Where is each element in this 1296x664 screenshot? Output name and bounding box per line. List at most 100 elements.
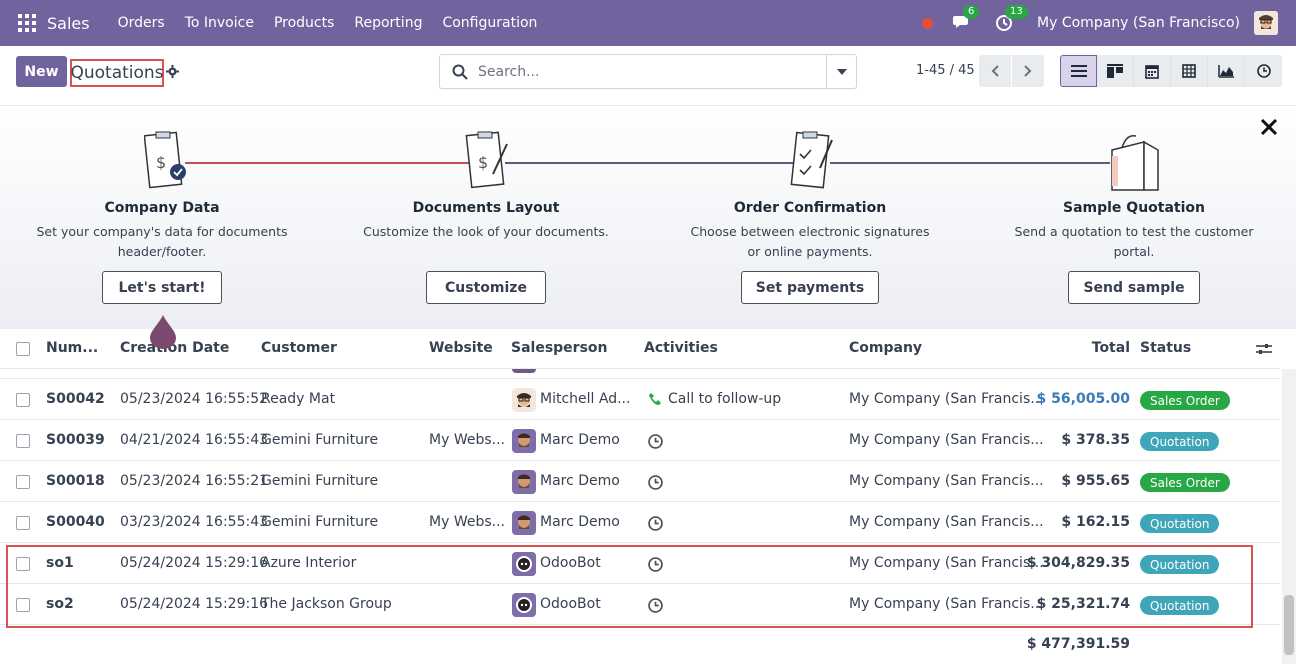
phone-icon[interactable]: [648, 392, 662, 406]
vertical-scrollbar[interactable]: [1282, 369, 1296, 664]
salesperson-avatar: [512, 429, 536, 453]
search-options-toggle[interactable]: [826, 55, 856, 88]
select-all-checkbox[interactable]: [16, 342, 30, 356]
activity-clock-icon[interactable]: [648, 557, 663, 572]
recording-indicator-icon[interactable]: [922, 17, 934, 29]
order-confirmation-illustration-icon: [790, 131, 833, 189]
tour-pointer-icon: [150, 315, 176, 349]
row-checkbox[interactable]: [16, 516, 30, 530]
progress-line-pending: [505, 162, 795, 164]
company-name: My Company (San Francis...: [849, 391, 1044, 407]
activity-clock-icon[interactable]: [648, 516, 663, 531]
column-website[interactable]: Website: [429, 340, 493, 356]
website-name: My Webs...: [429, 514, 505, 530]
pager-previous-button[interactable]: [979, 55, 1011, 87]
order-total: $ 304,829.35: [1026, 555, 1130, 571]
calendar-icon: [1145, 64, 1159, 79]
column-number[interactable]: Num...: [46, 340, 98, 356]
company-name: My Company (San Francis...: [849, 473, 1044, 489]
pivot-view-button[interactable]: [1171, 55, 1208, 87]
step-company-data: Company Data Set your company's data for…: [30, 200, 294, 262]
list-view-button[interactable]: [1060, 55, 1097, 87]
row-checkbox[interactable]: [16, 557, 30, 571]
salesperson-name: Marc Demo: [540, 473, 620, 489]
table-row[interactable]: S00040 03/23/2024 16:55:43 Gemini Furnit…: [0, 502, 1280, 543]
table-row[interactable]: so2 05/24/2024 15:29:16 The Jackson Grou…: [0, 584, 1280, 625]
gear-icon[interactable]: [166, 65, 179, 78]
status-badge: Quotation: [1140, 514, 1220, 533]
activity-clock-icon[interactable]: [648, 475, 663, 490]
clock-icon: [1256, 64, 1271, 78]
user-avatar[interactable]: [1254, 11, 1278, 35]
lets-start-button[interactable]: Let's start!: [102, 271, 222, 304]
step-description: Customize the look of your documents.: [363, 224, 609, 239]
kanban-view-button[interactable]: [1097, 55, 1134, 87]
column-activities[interactable]: Activities: [644, 340, 718, 356]
column-settings-icon[interactable]: [1256, 342, 1272, 356]
new-button[interactable]: New: [16, 56, 67, 87]
table-row[interactable]: S00039 04/21/2024 16:55:43 Gemini Furnit…: [0, 420, 1280, 461]
step-description: Send a quotation to test the customer: [1014, 224, 1254, 239]
search-bar: [439, 54, 857, 89]
status-badge: Quotation: [1140, 432, 1220, 451]
order-number: so1: [46, 555, 74, 571]
menu-orders[interactable]: Orders: [118, 15, 165, 31]
send-sample-button[interactable]: Send sample: [1068, 271, 1200, 304]
row-checkbox[interactable]: [16, 434, 30, 448]
order-number: S00018: [46, 473, 105, 489]
customize-button[interactable]: Customize: [426, 271, 546, 304]
row-checkbox[interactable]: [16, 598, 30, 612]
search-icon: [452, 64, 468, 80]
menu-to-invoice[interactable]: To Invoice: [185, 15, 254, 31]
menu-reporting[interactable]: Reporting: [354, 15, 422, 31]
order-total: $ 162.15: [1061, 514, 1130, 530]
menu-configuration[interactable]: Configuration: [442, 15, 537, 31]
order-number: so2: [46, 596, 74, 612]
close-icon[interactable]: [1260, 118, 1278, 136]
salesperson-name: Marc Demo: [540, 514, 620, 530]
pivot-table-icon: [1182, 64, 1196, 78]
salesperson-name: OdooBot: [540, 555, 601, 571]
app-brand[interactable]: Sales: [47, 14, 90, 33]
column-customer[interactable]: Customer: [261, 340, 337, 356]
calendar-view-button[interactable]: [1134, 55, 1171, 87]
row-checkbox[interactable]: [16, 393, 30, 407]
salesperson-avatar: [512, 552, 536, 576]
status-badge: Quotation: [1140, 596, 1220, 615]
search-input[interactable]: [478, 63, 818, 80]
step-description-2: or online payments.: [747, 244, 873, 259]
column-status[interactable]: Status: [1140, 340, 1191, 356]
column-total[interactable]: Total: [1060, 340, 1130, 356]
column-company[interactable]: Company: [849, 340, 922, 356]
set-payments-button[interactable]: Set payments: [741, 271, 879, 304]
company-switcher[interactable]: My Company (San Francisco): [1037, 15, 1240, 31]
activity-view-button[interactable]: [1245, 55, 1282, 87]
table-row[interactable]: S00042 05/23/2024 16:55:52 Ready Mat Mit…: [0, 379, 1280, 420]
documents-layout-illustration-icon: $: [465, 131, 508, 189]
activity-clock-icon[interactable]: [648, 598, 663, 613]
activities-clock-icon[interactable]: 13: [995, 5, 1028, 33]
activity-clock-icon[interactable]: [648, 434, 663, 449]
grand-total: $ 477,391.59: [1026, 636, 1130, 652]
messages-icon[interactable]: 6: [953, 5, 980, 33]
apps-menu-icon[interactable]: [18, 14, 36, 32]
page-title[interactable]: Quotations: [70, 59, 164, 87]
table-row[interactable]: so1 05/24/2024 15:29:16 Azure Interior O…: [0, 543, 1280, 584]
status-badge: Quotation: [1140, 555, 1220, 574]
salesperson-avatar: [512, 593, 536, 617]
step-title: Sample Quotation: [1062, 200, 1205, 216]
graph-view-button[interactable]: [1208, 55, 1245, 87]
row-checkbox[interactable]: [16, 475, 30, 489]
menu-products[interactable]: Products: [274, 15, 334, 31]
messages-count-badge: 6: [963, 5, 980, 19]
pager-next-button[interactable]: [1012, 55, 1044, 87]
order-total: $ 378.35: [1061, 432, 1130, 448]
table-row[interactable]: S00018 05/23/2024 16:55:21 Gemini Furnit…: [0, 461, 1280, 502]
company-name: My Company (San Francis...: [849, 432, 1044, 448]
activity-summary[interactable]: Call to follow-up: [668, 391, 781, 407]
column-salesperson[interactable]: Salesperson: [511, 340, 608, 356]
creation-date: 05/23/2024 16:55:52: [120, 391, 269, 407]
scrollbar-thumb[interactable]: [1284, 595, 1294, 655]
salesperson-avatar: [512, 511, 536, 535]
pager-value[interactable]: 1-45 / 45: [916, 63, 975, 78]
